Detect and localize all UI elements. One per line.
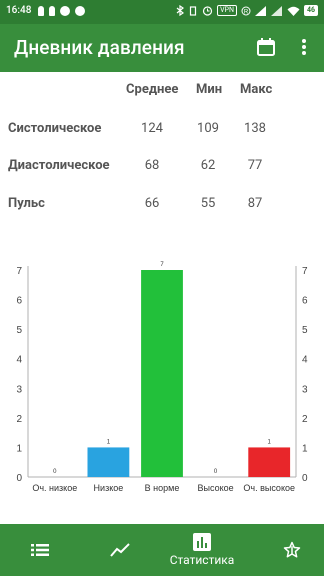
signal-icon <box>270 5 282 16</box>
nav-item-list[interactable] <box>20 524 60 576</box>
nav-item-favorites[interactable] <box>272 524 312 576</box>
y-tick-label-right: 5 <box>302 325 308 336</box>
y-tick-label-left: 7 <box>16 266 22 277</box>
nav-item-trend[interactable] <box>100 524 140 576</box>
blood-pressure-category-chart: 0 0 1 1 2 2 3 3 4 4 5 5 6 6 7 7 0 Оч. низкое 1 Низкое 7 В нор… <box>16 262 308 493</box>
y-tick-label-left: 3 <box>16 384 22 395</box>
bar <box>87 447 130 477</box>
pulse-max: 87 <box>247 196 263 211</box>
signal-icon <box>254 5 266 16</box>
list-icon <box>31 544 49 556</box>
column-header-max: Макс <box>240 82 273 97</box>
vpn-badge: VPN <box>217 5 237 16</box>
diastolic-min: 62 <box>200 158 216 173</box>
systolic-min: 109 <box>197 121 219 136</box>
calendar-icon[interactable] <box>256 37 276 57</box>
x-tick-label: Оч. высокое <box>243 483 295 493</box>
svg-text:R: R <box>244 9 249 15</box>
status-bar: 16:48 VPN R 46 <box>0 0 324 24</box>
system-icons: VPN R 46 <box>176 5 318 16</box>
bar-value-label: 0 <box>53 469 57 475</box>
diastolic-average: 68 <box>144 158 160 173</box>
y-tick-label-right: 7 <box>302 266 308 277</box>
y-tick-label-left: 5 <box>16 325 22 336</box>
notification-icon <box>49 6 55 16</box>
stats-table: Среднее Мин Макс Систолическое 124 109 1… <box>0 72 324 232</box>
alarm-icon <box>202 6 213 16</box>
y-tick-label-right: 1 <box>302 443 308 454</box>
bar-value-label: 7 <box>160 262 164 268</box>
bottom-navigation: Статистика <box>0 524 324 576</box>
x-tick-label: Низкое <box>94 483 124 493</box>
x-tick-label: В норме <box>145 483 180 493</box>
y-tick-label-right: 6 <box>302 296 308 307</box>
notification-icon <box>60 6 70 16</box>
more-vert-icon[interactable] <box>296 37 312 57</box>
bar-value-label: 0 <box>214 469 218 475</box>
bar-chart-icon <box>193 533 211 551</box>
pulse-min: 55 <box>200 196 216 211</box>
y-tick-label-left: 1 <box>16 443 22 454</box>
notification-icons <box>38 6 85 16</box>
y-tick-label-right: 3 <box>302 384 308 395</box>
y-tick-label-left: 0 <box>16 473 22 484</box>
column-header-min: Мин <box>196 82 223 97</box>
y-tick-label-right: 0 <box>302 473 308 484</box>
nav-item-statistics[interactable]: Статистика <box>160 524 244 576</box>
bar <box>141 270 183 477</box>
registered-icon: R <box>241 6 251 15</box>
y-tick-label-left: 6 <box>16 296 22 307</box>
x-tick-label: Оч. низкое <box>32 483 77 493</box>
x-tick-label: Высокое <box>198 483 234 493</box>
pulse-average: 66 <box>144 196 160 211</box>
bar-value-label: 1 <box>107 439 111 445</box>
bar <box>248 447 291 477</box>
y-tick-label-right: 2 <box>302 414 308 425</box>
app-title: Дневник давления <box>14 36 185 59</box>
wifi-icon <box>287 6 300 16</box>
star-icon <box>283 541 301 558</box>
app-bar: Дневник давления <box>0 24 324 72</box>
status-time: 16:48 <box>6 5 32 16</box>
y-tick-label-left: 2 <box>16 414 22 425</box>
systolic-max: 138 <box>244 121 266 136</box>
notification-icon <box>75 6 85 16</box>
bar-value-label: 1 <box>268 439 272 445</box>
nav-label-statistics: Статистика <box>169 553 235 567</box>
row-label-pulse: Пульс <box>8 196 45 211</box>
y-tick-label-right: 4 <box>302 355 308 366</box>
systolic-average: 124 <box>141 121 163 136</box>
notification-icon <box>38 6 44 16</box>
row-label-diastolic: Диастолическое <box>8 158 110 173</box>
row-label-systolic: Систолическое <box>8 121 102 136</box>
trend-icon <box>110 543 130 557</box>
diastolic-max: 77 <box>247 158 263 173</box>
bluetooth-icon <box>176 5 185 16</box>
y-tick-label-left: 4 <box>16 355 22 366</box>
battery-indicator: 46 <box>303 5 318 16</box>
vibrate-icon <box>189 5 197 16</box>
column-header-average: Среднее <box>126 82 179 97</box>
